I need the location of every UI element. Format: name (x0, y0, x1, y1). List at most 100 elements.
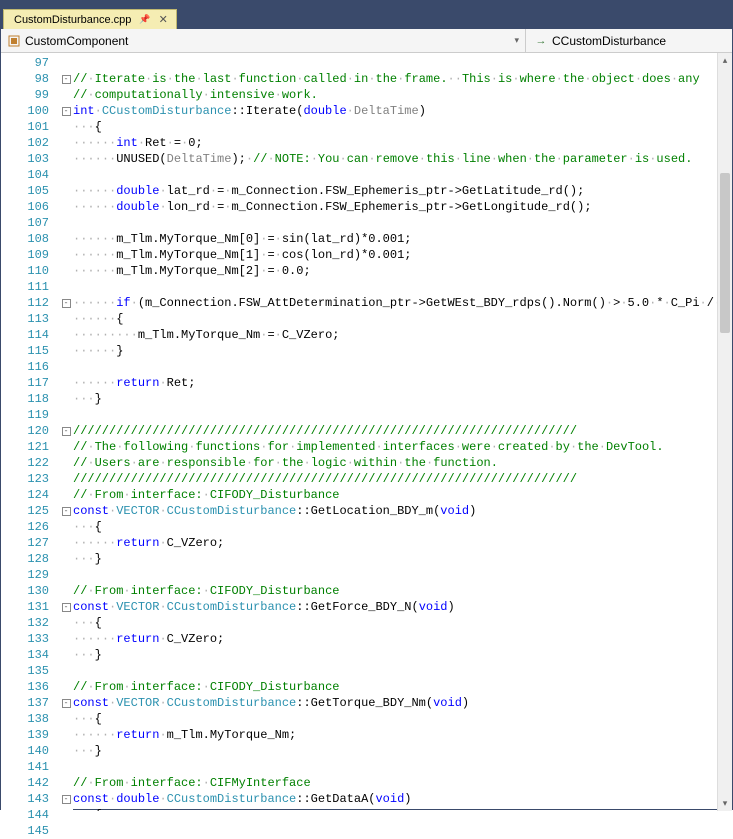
code-line[interactable]: ···} (73, 743, 732, 759)
code-line[interactable]: ···} (73, 647, 732, 663)
code-line[interactable]: ······m_Tlm.MyTorque_Nm[1]·=·cos(lon_rd)… (73, 247, 732, 263)
scroll-up-icon[interactable]: ▴ (718, 53, 732, 68)
fold-toggle[interactable]: - (59, 295, 73, 311)
fold-toggle[interactable]: - (59, 103, 73, 119)
line-number: 119 (1, 407, 49, 423)
code-line[interactable]: ······UNUSED(DeltaTime);·//·NOTE:·You·ca… (73, 151, 732, 167)
code-line[interactable]: ······m_Tlm.MyTorque_Nm[2]·=·0.0; (73, 263, 732, 279)
code-area[interactable]: //·Iterate·is·the·last·function·called·i… (73, 53, 732, 811)
code-line[interactable] (73, 407, 732, 423)
member-dropdown[interactable]: → CCustomDisturbance (526, 34, 732, 48)
code-line[interactable] (73, 279, 732, 295)
fold-toggle (59, 551, 73, 567)
pin-icon[interactable]: 📌 (139, 14, 150, 25)
code-line[interactable]: //·The·following·functions·for·implement… (73, 439, 732, 455)
line-number: 99 (1, 87, 49, 103)
fold-toggle[interactable]: - (59, 695, 73, 711)
line-number: 109 (1, 247, 49, 263)
fold-toggle (59, 119, 73, 135)
line-number: 143 (1, 791, 49, 807)
fold-toggle (59, 375, 73, 391)
code-line[interactable]: ······double·lon_rd·=·m_Connection.FSW_E… (73, 199, 732, 215)
line-number: 107 (1, 215, 49, 231)
code-line[interactable]: ······return·m_Tlm.MyTorque_Nm; (73, 727, 732, 743)
line-number: 144 (1, 807, 49, 823)
code-line[interactable]: //·From·interface:·CIFODY_Disturbance (73, 487, 732, 503)
line-number: 127 (1, 535, 49, 551)
line-number: 101 (1, 119, 49, 135)
code-line[interactable] (73, 359, 732, 375)
code-line[interactable]: ······int·Ret·=·0; (73, 135, 732, 151)
line-number: 130 (1, 583, 49, 599)
code-line[interactable]: ······double·lat_rd·=·m_Connection.FSW_E… (73, 183, 732, 199)
line-number: 139 (1, 727, 49, 743)
line-number: 117 (1, 375, 49, 391)
code-line[interactable]: ······return·Ret; (73, 375, 732, 391)
code-line[interactable]: ·········m_Tlm.MyTorque_Nm·=·C_VZero; (73, 327, 732, 343)
code-line[interactable]: ···{ (73, 711, 732, 727)
line-number: 116 (1, 359, 49, 375)
code-editor[interactable]: 9798991001011021031041051061071081091101… (1, 53, 732, 811)
line-number: 142 (1, 775, 49, 791)
scroll-thumb[interactable] (720, 173, 730, 333)
code-line[interactable] (73, 567, 732, 583)
fold-column[interactable]: - - - - - - - - (59, 53, 73, 811)
fold-toggle (59, 727, 73, 743)
line-number: 129 (1, 567, 49, 583)
fold-toggle[interactable]: - (59, 791, 73, 807)
code-line[interactable] (73, 663, 732, 679)
tab-customdisturbance[interactable]: CustomDisturbance.cpp 📌 ✕ (3, 9, 177, 29)
code-line[interactable]: //·Iterate·is·the·last·function·called·i… (73, 71, 732, 87)
arrow-right-icon: → (534, 34, 548, 48)
close-icon[interactable]: ✕ (159, 13, 168, 26)
code-line[interactable]: ···} (73, 391, 732, 407)
code-line[interactable]: const·VECTOR·CCustomDisturbance::GetForc… (73, 599, 732, 615)
fold-toggle[interactable]: - (59, 599, 73, 615)
code-line[interactable]: //·computationally·intensive·work. (73, 87, 732, 103)
code-line[interactable]: ······{ (73, 311, 732, 327)
fold-toggle (59, 519, 73, 535)
fold-toggle (59, 199, 73, 215)
line-number: 121 (1, 439, 49, 455)
code-line[interactable]: const·VECTOR·CCustomDisturbance::GetTorq… (73, 695, 732, 711)
code-line[interactable]: ···{ (73, 615, 732, 631)
code-line[interactable]: //·Users·are·responsible·for·the·logic·w… (73, 455, 732, 471)
code-line[interactable]: ···} (73, 551, 732, 567)
code-line[interactable]: const·VECTOR·CCustomDisturbance::GetLoca… (73, 503, 732, 519)
code-line[interactable] (73, 55, 732, 71)
code-line[interactable]: //·From·interface:·CIFODY_Disturbance (73, 679, 732, 695)
fold-toggle (59, 711, 73, 727)
code-line[interactable]: ···{ (73, 519, 732, 535)
code-line[interactable]: ···{ (73, 807, 732, 811)
code-line[interactable]: ······if·(m_Connection.FSW_AttDeterminat… (73, 295, 732, 311)
code-line[interactable]: //·From·interface:·CIFODY_Disturbance (73, 583, 732, 599)
code-line[interactable] (73, 759, 732, 775)
code-line[interactable]: ////////////////////////////////////////… (73, 471, 732, 487)
code-line[interactable]: ······return·C_VZero; (73, 631, 732, 647)
code-line[interactable] (73, 167, 732, 183)
vertical-scrollbar[interactable]: ▴ ▾ (717, 53, 732, 811)
code-line[interactable]: ////////////////////////////////////////… (73, 423, 732, 439)
code-line[interactable]: ······m_Tlm.MyTorque_Nm[0]·=·sin(lat_rd)… (73, 231, 732, 247)
code-line[interactable]: const·double·CCustomDisturbance::GetData… (73, 791, 732, 807)
line-number: 114 (1, 327, 49, 343)
fold-toggle (59, 679, 73, 695)
tab-label: CustomDisturbance.cpp (14, 14, 131, 26)
code-line[interactable]: ···{ (73, 119, 732, 135)
line-number: 98 (1, 71, 49, 87)
fold-toggle (59, 663, 73, 679)
fold-toggle (59, 327, 73, 343)
scroll-down-icon[interactable]: ▾ (718, 796, 732, 811)
fold-toggle[interactable]: - (59, 503, 73, 519)
fold-toggle[interactable]: - (59, 71, 73, 87)
code-line[interactable]: int·CCustomDisturbance::Iterate(double·D… (73, 103, 732, 119)
fold-toggle (59, 775, 73, 791)
fold-toggle (59, 391, 73, 407)
scope-dropdown[interactable]: CustomComponent ▾ (1, 29, 526, 52)
line-number: 124 (1, 487, 49, 503)
code-line[interactable] (73, 215, 732, 231)
code-line[interactable]: ······} (73, 343, 732, 359)
code-line[interactable]: //·From·interface:·CIFMyInterface (73, 775, 732, 791)
fold-toggle[interactable]: - (59, 423, 73, 439)
code-line[interactable]: ······return·C_VZero; (73, 535, 732, 551)
